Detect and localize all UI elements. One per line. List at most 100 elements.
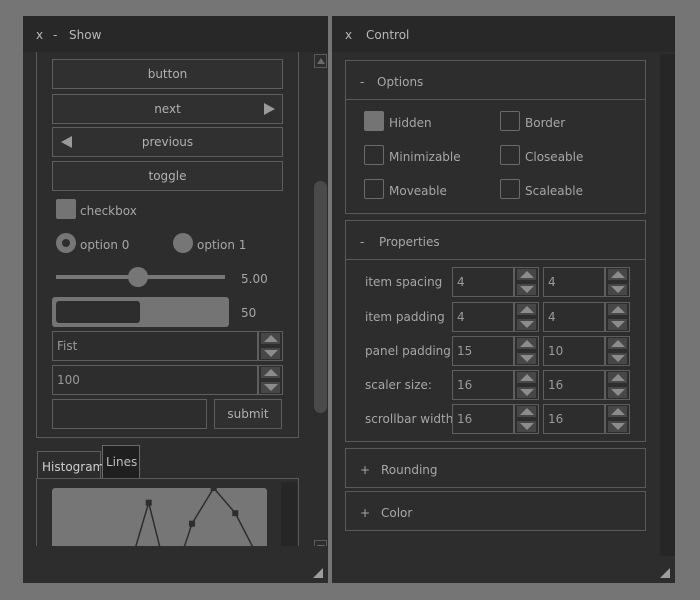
radio-option-0[interactable] [56, 233, 76, 253]
control-window-titlebar[interactable]: x Control [332, 16, 675, 52]
text-input[interactable] [52, 399, 207, 429]
window-title: Show [69, 28, 102, 42]
item-spacing-x-field[interactable]: 4 [452, 267, 514, 297]
arrow-up-icon [519, 340, 534, 347]
item-padding-x-field[interactable]: 4 [452, 302, 514, 332]
arrow-down-icon [610, 389, 625, 396]
next-button[interactable]: next [52, 94, 283, 124]
increment-button[interactable] [608, 372, 627, 383]
moveable-label: Moveable [389, 184, 447, 198]
panel-padding-label: panel padding [365, 344, 451, 358]
submit-button[interactable]: submit [214, 399, 282, 429]
border-label: Border [525, 116, 566, 130]
panel-padding-y-stepper[interactable] [605, 336, 630, 366]
increment-button[interactable] [517, 338, 536, 349]
tab-histogram[interactable]: Histogram [37, 451, 104, 479]
decrement-button[interactable] [517, 284, 536, 295]
scaleable-label: Scaleable [525, 184, 583, 198]
increment-button[interactable] [608, 406, 627, 417]
scaler-size-x-field[interactable]: 16 [452, 370, 514, 400]
increment-button[interactable] [261, 333, 280, 344]
progress-bar[interactable] [52, 297, 229, 327]
decrement-button[interactable] [608, 353, 627, 364]
color-header[interactable]: + Color [345, 491, 646, 531]
increment-button[interactable] [608, 304, 627, 315]
property-field-2[interactable]: 100 [52, 365, 258, 395]
decrement-button[interactable] [608, 421, 627, 432]
options-header[interactable]: - Options [345, 60, 646, 100]
property-field-2-stepper[interactable] [258, 365, 283, 395]
scaler-size-y-stepper[interactable] [605, 370, 630, 400]
scrollbar-width-y-field[interactable]: 16 [543, 404, 605, 434]
decrement-button[interactable] [608, 284, 627, 295]
resize-grip-icon[interactable] [660, 568, 670, 578]
decrement-button[interactable] [608, 387, 627, 398]
vertical-scrollbar[interactable] [313, 54, 328, 556]
arrow-down-icon [263, 384, 278, 391]
arrow-down-icon [519, 389, 534, 396]
scrollbar-width-y-stepper[interactable] [605, 404, 630, 434]
increment-button[interactable] [517, 372, 536, 383]
minimizable-checkbox[interactable] [364, 145, 384, 165]
decrement-button[interactable] [517, 319, 536, 330]
close-icon[interactable]: x [36, 28, 43, 42]
item-padding-x-stepper[interactable] [514, 302, 539, 332]
scroll-up-button[interactable] [314, 54, 327, 68]
scrollbar-thumb[interactable] [314, 181, 327, 413]
rounding-header[interactable]: + Rounding [345, 448, 646, 488]
scaler-size-x-stepper[interactable] [514, 370, 539, 400]
arrow-up-icon [610, 340, 625, 347]
checkbox[interactable] [56, 199, 76, 219]
radio-option-1[interactable] [173, 233, 193, 253]
chart-point-6 [189, 520, 195, 527]
panel-padding-x-stepper[interactable] [514, 336, 539, 366]
decrement-button[interactable] [517, 353, 536, 364]
resize-grip-icon[interactable] [313, 568, 323, 578]
decrement-button[interactable] [517, 387, 536, 398]
show-window-titlebar[interactable]: x - Show [23, 16, 328, 52]
previous-button[interactable]: previous [52, 127, 283, 157]
toggle-button[interactable]: toggle [52, 161, 283, 191]
decrement-button[interactable] [261, 348, 280, 359]
arrow-up-icon [519, 306, 534, 313]
item-spacing-x-stepper[interactable] [514, 267, 539, 297]
minimize-icon[interactable]: - [53, 28, 57, 42]
increment-button[interactable] [608, 269, 627, 280]
decrement-button[interactable] [608, 319, 627, 330]
next-label: next [154, 102, 181, 116]
panel-padding-y-field[interactable]: 10 [543, 336, 605, 366]
increment-button[interactable] [517, 406, 536, 417]
moveable-checkbox[interactable] [364, 179, 384, 199]
show-window: x - Show button next previous toggle che… [23, 16, 328, 583]
button-button[interactable]: button [52, 59, 283, 89]
chart-panel-scrollbar[interactable] [281, 482, 297, 546]
scrollbar-width-x-field[interactable]: 16 [452, 404, 514, 434]
increment-button[interactable] [517, 269, 536, 280]
decrement-button[interactable] [261, 382, 280, 393]
increment-button[interactable] [517, 304, 536, 315]
slider-knob[interactable] [128, 267, 148, 287]
item-padding-y-stepper[interactable] [605, 302, 630, 332]
options-title: Options [377, 75, 424, 89]
scaleable-checkbox[interactable] [500, 179, 520, 199]
properties-header[interactable]: - Properties [345, 220, 646, 260]
item-padding-y-field[interactable]: 4 [543, 302, 605, 332]
control-scrollbar[interactable] [660, 54, 675, 556]
arrow-up-icon [610, 408, 625, 415]
hidden-checkbox[interactable] [364, 111, 384, 131]
close-icon[interactable]: x [345, 28, 352, 42]
tab-lines[interactable]: Lines [102, 445, 140, 478]
item-spacing-y-field[interactable]: 4 [543, 267, 605, 297]
border-checkbox[interactable] [500, 111, 520, 131]
scaler-size-y-field[interactable]: 16 [543, 370, 605, 400]
increment-button[interactable] [608, 338, 627, 349]
scrollbar-width-x-stepper[interactable] [514, 404, 539, 434]
chart-point-4 [145, 499, 152, 506]
item-spacing-y-stepper[interactable] [605, 267, 630, 297]
panel-padding-x-field[interactable]: 15 [452, 336, 514, 366]
decrement-button[interactable] [517, 421, 536, 432]
property-field-1[interactable]: Fist [52, 331, 258, 361]
closeable-checkbox[interactable] [500, 145, 520, 165]
property-field-1-stepper[interactable] [258, 331, 283, 361]
increment-button[interactable] [261, 367, 280, 378]
